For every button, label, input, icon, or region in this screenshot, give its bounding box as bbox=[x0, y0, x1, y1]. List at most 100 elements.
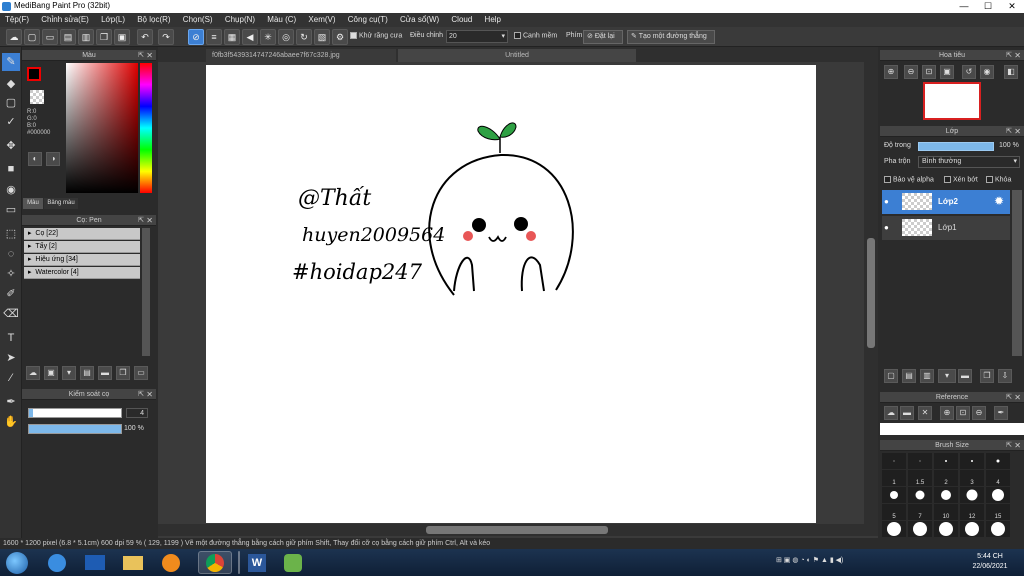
hand-tool-icon[interactable]: ✋ bbox=[2, 413, 20, 431]
radial-snap-icon[interactable]: ✳ bbox=[260, 29, 276, 45]
tab-palette[interactable]: Bảng màu bbox=[44, 198, 78, 209]
brush-size-cell[interactable]: 2 bbox=[934, 470, 958, 486]
palette-add-icon[interactable]: ◐ bbox=[28, 152, 42, 166]
text-tool-icon[interactable]: T bbox=[2, 329, 20, 347]
brush-size-cell[interactable] bbox=[986, 453, 1010, 469]
maximize-button[interactable]: ☐ bbox=[976, 0, 1000, 13]
system-tray[interactable]: ⊞ ▣ ◍ ◔ ◐ ⚑ ▲ ▮ ◀) bbox=[776, 556, 926, 570]
close-button[interactable]: ✕ bbox=[1000, 0, 1024, 13]
layer-row-active[interactable]: ● Lớp2 ✹ bbox=[882, 190, 1010, 214]
fit-icon[interactable]: ⊡ bbox=[922, 65, 936, 79]
fill-tool-icon[interactable]: ◉ bbox=[2, 181, 20, 199]
horizontal-scrollbar[interactable] bbox=[158, 524, 878, 536]
start-button[interactable] bbox=[6, 552, 28, 574]
close-icon[interactable]: ✕ bbox=[146, 389, 153, 400]
brush-size-cell[interactable] bbox=[908, 453, 932, 469]
palette-picker-icon[interactable]: ◑ bbox=[46, 152, 60, 166]
scrollbar[interactable] bbox=[142, 228, 150, 356]
menu-help[interactable]: Help bbox=[480, 13, 506, 24]
rotate-left-icon[interactable]: ↺ bbox=[962, 65, 976, 79]
size-slider[interactable] bbox=[28, 408, 122, 418]
open-icon[interactable]: ▭ bbox=[42, 29, 58, 45]
layer-opacity-slider[interactable] bbox=[918, 142, 994, 151]
shape-tool-icon[interactable]: ■ bbox=[2, 160, 20, 178]
ref-zoom-out-icon[interactable]: ⊖ bbox=[972, 406, 986, 420]
vertical-scrollbar[interactable] bbox=[864, 62, 878, 524]
list-item[interactable]: ▸ Watercolor [4] bbox=[24, 267, 140, 279]
lasso-tool-icon[interactable]: ◌ bbox=[2, 245, 20, 263]
menu-select[interactable]: Chọn(S) bbox=[178, 13, 218, 24]
brush-menu-icon[interactable]: ▾ bbox=[62, 366, 76, 380]
select-eraser-icon[interactable]: ⌫ bbox=[2, 305, 20, 323]
save-icon[interactable]: ▤ bbox=[60, 29, 76, 45]
new-raster-layer-icon[interactable]: ▥ bbox=[920, 369, 934, 383]
adjust-select[interactable]: 20 ▾ bbox=[446, 30, 508, 43]
saturation-value-picker[interactable] bbox=[66, 63, 138, 193]
size-value[interactable]: 4 bbox=[126, 408, 148, 418]
app-taskbar-icon[interactable] bbox=[276, 551, 310, 574]
lock-checkbox[interactable]: Khóa bbox=[986, 176, 1011, 183]
minimize-button[interactable]: — bbox=[952, 0, 976, 13]
menu-snap[interactable]: Chụp(N) bbox=[220, 13, 260, 24]
parallel-snap-icon[interactable]: ≡ bbox=[206, 29, 222, 45]
background-color-swatch[interactable] bbox=[30, 90, 44, 104]
menu-cloud[interactable]: Cloud bbox=[446, 13, 477, 24]
close-icon[interactable]: ✕ bbox=[1014, 126, 1021, 137]
opacity-slider[interactable] bbox=[28, 424, 122, 434]
layer-menu-icon[interactable]: ▾ bbox=[938, 369, 956, 383]
copy-icon[interactable]: ❐ bbox=[96, 29, 112, 45]
brush-size-cell[interactable] bbox=[960, 521, 984, 537]
hue-slider[interactable] bbox=[140, 63, 152, 193]
reference-view[interactable] bbox=[880, 423, 1024, 435]
divide-tool-icon[interactable]: ⁄ bbox=[2, 369, 20, 387]
actual-size-icon[interactable]: ▣ bbox=[940, 65, 954, 79]
list-item[interactable]: ▸ Tẩy [2] bbox=[24, 241, 140, 253]
brush-size-cell[interactable]: 7 bbox=[908, 504, 932, 520]
smooth-toggle[interactable]: Canh mềm bbox=[514, 32, 557, 39]
close-icon[interactable]: ✕ bbox=[1014, 440, 1021, 451]
flip-icon[interactable]: ◧ bbox=[1004, 65, 1018, 79]
explorer-taskbar-icon[interactable] bbox=[78, 551, 112, 574]
menu-tools[interactable]: Công cụ(T) bbox=[343, 13, 393, 24]
undo-icon[interactable]: ↶ bbox=[137, 29, 153, 45]
gradient-tool-icon[interactable]: ▭ bbox=[2, 201, 20, 219]
brush-size-cell[interactable] bbox=[908, 487, 932, 503]
brush-size-cell[interactable]: 12 bbox=[960, 504, 984, 520]
clock[interactable]: 5:44 CH 22/06/2021 bbox=[960, 552, 1020, 572]
dot-tool-icon[interactable]: ▢ bbox=[2, 94, 20, 112]
brush-size-cell[interactable] bbox=[960, 487, 984, 503]
brush-size-cell[interactable] bbox=[934, 521, 958, 537]
cross-snap-icon[interactable]: ▦ bbox=[224, 29, 240, 45]
close-icon[interactable]: ✕ bbox=[1014, 392, 1021, 403]
operation-tool-icon[interactable]: ➤ bbox=[2, 349, 20, 367]
settings-icon[interactable]: ⚙ bbox=[332, 29, 348, 45]
line-button[interactable]: ✎ Tạo một đường thẳng bbox=[627, 30, 715, 44]
brush-size-cell[interactable] bbox=[882, 521, 906, 537]
tab-document[interactable]: f0fb3f5439314747246abaee7f67c328.jpg bbox=[206, 49, 396, 62]
brush-size-cell[interactable] bbox=[882, 453, 906, 469]
select-pen-icon[interactable]: ✐ bbox=[2, 285, 20, 303]
snap-off-icon[interactable]: ⊘ bbox=[188, 29, 204, 45]
brush-size-cell[interactable] bbox=[960, 453, 984, 469]
folder-icon[interactable]: ▬ bbox=[98, 366, 112, 380]
new-file-icon[interactable]: ▢ bbox=[24, 29, 40, 45]
brush-size-cell[interactable] bbox=[934, 453, 958, 469]
eraser-tool-icon[interactable]: ◆ bbox=[2, 75, 20, 93]
media-taskbar-icon[interactable] bbox=[154, 551, 188, 574]
open-reference-icon[interactable]: ▬ bbox=[900, 406, 914, 420]
scrollbar[interactable] bbox=[1012, 190, 1022, 356]
folder-taskbar-icon[interactable] bbox=[116, 551, 150, 574]
brush-size-cell[interactable] bbox=[986, 521, 1010, 537]
list-item[interactable]: ▸ Hiệu ứng [34] bbox=[24, 254, 140, 266]
paste-icon[interactable]: ▣ bbox=[114, 29, 130, 45]
brush-size-cell[interactable] bbox=[882, 487, 906, 503]
move-tool-icon[interactable]: ✥ bbox=[2, 137, 20, 155]
word-taskbar-icon[interactable]: W bbox=[240, 551, 274, 574]
select-tool-icon[interactable]: ⬚ bbox=[2, 225, 20, 243]
layer-folder-icon[interactable]: ▬ bbox=[958, 369, 972, 383]
foreground-color-swatch[interactable] bbox=[27, 67, 41, 81]
list-item[interactable]: ▸ Cọ [22] bbox=[24, 228, 140, 240]
brush-settings-icon[interactable]: ▤ bbox=[80, 366, 94, 380]
blur-tool-icon[interactable]: ✓ bbox=[2, 113, 20, 131]
protect-alpha-checkbox[interactable]: Bảo vệ alpha bbox=[884, 176, 934, 183]
